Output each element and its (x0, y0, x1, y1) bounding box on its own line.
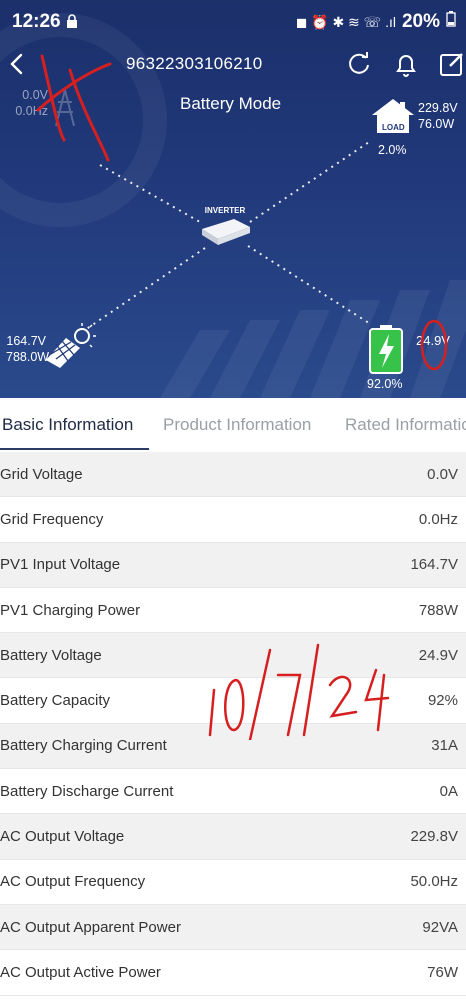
table-row: Battery Charging Current 31A (0, 723, 466, 770)
table-row: AC Output Active Power 76W (0, 950, 466, 996)
tab-product-information[interactable]: Product Information (163, 415, 311, 435)
table-row: Battery Capacity 92% (0, 678, 466, 724)
status-bar: 12:26 ◼ ⏰ ✱ ≋ ☏ .ıl 20% (0, 0, 466, 44)
row-value: 76W (427, 963, 458, 981)
table-row: Battery Discharge Current 0A (0, 769, 466, 815)
refresh-icon (349, 52, 369, 74)
inverter-icon (202, 219, 250, 245)
basic-information-list: Grid Voltage 0.0V Grid Frequency 0.0Hz PV1… (0, 452, 466, 996)
bell-icon (396, 55, 416, 77)
row-label: Battery Voltage (0, 646, 102, 664)
row-label: Grid Voltage (0, 465, 83, 483)
row-label: Battery Discharge Current (0, 782, 174, 800)
pv-readout: 164.7V 788.0W (6, 333, 50, 365)
energy-flow-panel: 12:26 ◼ ⏰ ✱ ≋ ☏ .ıl 20% 96322303106210 B… (0, 0, 466, 398)
active-tab-indicator (0, 448, 149, 450)
edit-icon (440, 53, 463, 76)
row-label: AC Output Frequency (0, 873, 146, 891)
load-label: LOAD (382, 123, 405, 132)
notifications-button[interactable] (392, 50, 420, 78)
back-button[interactable] (8, 52, 30, 80)
row-label: AC Output Apparent Power (0, 918, 181, 936)
grid-frequency: 0.0Hz (15, 104, 48, 118)
row-label: AC Output Voltage (0, 828, 125, 846)
table-row: PV1 Input Voltage 164.7V (0, 542, 466, 588)
refresh-button[interactable] (345, 50, 373, 78)
edit-button[interactable] (438, 50, 466, 78)
chevron-left-icon (10, 53, 23, 75)
table-row: AC Output Frequency 50.0Hz (0, 860, 466, 905)
row-value: 229.8V (410, 828, 458, 846)
row-value: 164.7V (410, 556, 458, 574)
device-serial-number: 96322303106210 (126, 54, 263, 73)
status-icons: ◼ ⏰ ✱ ≋ ☏ .ıl 20% (296, 11, 456, 33)
grid-voltage: 0.0V (22, 88, 48, 102)
table-row: PV1 Charging Power 788W (0, 588, 466, 634)
pv-power: 788.0W (6, 350, 50, 364)
row-value: 788W (418, 601, 458, 619)
load-house-icon: LOAD (370, 97, 416, 142)
clock: 12:26 (12, 11, 61, 32)
operating-mode: Battery Mode (180, 94, 282, 113)
row-value: 92% (427, 692, 458, 710)
tab-basic-information[interactable]: Basic Information (2, 415, 133, 435)
grid-readout: 0.0V 0.0Hz (14, 87, 48, 119)
table-row: Battery Voltage 24.9V (0, 633, 466, 679)
row-label: Grid Frequency (0, 510, 104, 528)
pv-voltage: 164.7V (6, 334, 46, 348)
load-voltage: 229.8V (418, 101, 458, 115)
row-value: 31A (431, 737, 458, 755)
row-value: 24.9V (418, 646, 458, 664)
battery-voltage: 24.9V (416, 333, 450, 348)
row-label: AC Output Active Power (0, 963, 161, 981)
row-value: 92VA (422, 918, 458, 936)
load-percent: 2.0% (378, 143, 407, 157)
row-value: 0.0Hz (418, 510, 458, 528)
battery-node-icon (369, 324, 403, 379)
battery-percent: 20% (401, 11, 440, 32)
row-label: Battery Capacity (0, 692, 111, 710)
row-label: Battery Charging Current (0, 737, 167, 755)
table-row: AC Output Apparent Power 92VA (0, 904, 466, 951)
load-readout: 229.8V 76.0W (418, 100, 458, 132)
row-value: 0.0V (427, 465, 458, 483)
row-value: 50.0Hz (410, 873, 458, 891)
table-row: Grid Voltage 0.0V (0, 452, 466, 498)
info-tabs: Basic Information Product Information Ra… (0, 398, 466, 452)
notification-icons: ◼ ⏰ ✱ ≋ ☏ .ıl (295, 13, 396, 30)
tab-rated-information[interactable]: Rated Information (345, 415, 466, 435)
lock-icon (66, 13, 78, 28)
grid-tower-icon (52, 88, 78, 133)
load-power: 76.0W (418, 117, 455, 131)
solar-panel-icon (44, 320, 96, 375)
row-label: PV1 Charging Power (0, 601, 141, 619)
table-row: Grid Frequency 0.0Hz (0, 497, 466, 543)
table-row: AC Output Voltage 229.8V (0, 814, 466, 860)
battery-percent-label: 92.0% (367, 377, 403, 391)
inverter-node: INVERTER (198, 206, 252, 252)
inverter-label: INVERTER (204, 206, 246, 215)
battery-icon (446, 11, 456, 33)
row-value: 0A (439, 782, 458, 800)
row-label: PV1 Input Voltage (0, 556, 121, 574)
